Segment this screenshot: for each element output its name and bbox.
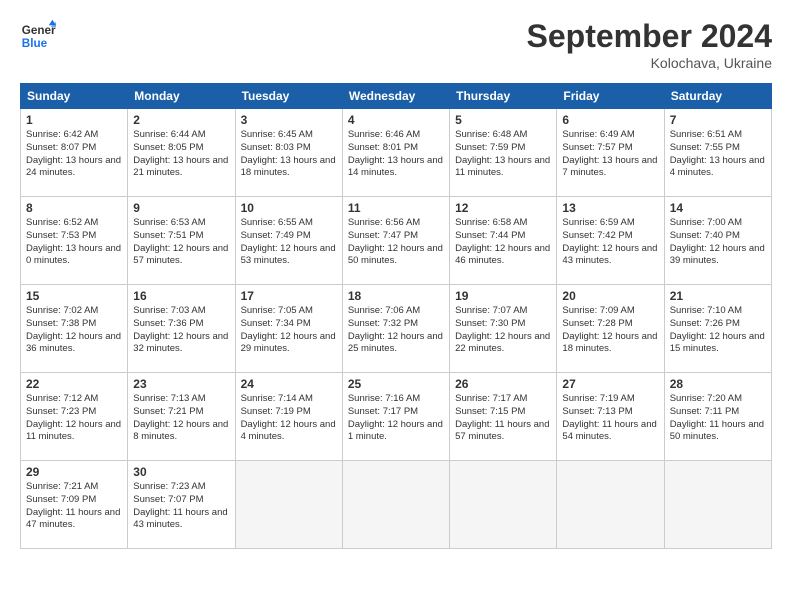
header-tuesday: Tuesday [235, 84, 342, 109]
header-monday: Monday [128, 84, 235, 109]
week-row-3: 15 Sunrise: 7:02 AMSunset: 7:38 PMDaylig… [21, 285, 772, 373]
page-container: General Blue September 2024 Kolochava, U… [0, 0, 792, 559]
day-4: 4 Sunrise: 6:46 AMSunset: 8:01 PMDayligh… [342, 109, 449, 197]
calendar-table: Sunday Monday Tuesday Wednesday Thursday… [20, 83, 772, 549]
day-20: 20 Sunrise: 7:09 AMSunset: 7:28 PMDaylig… [557, 285, 664, 373]
logo-icon: General Blue [20, 18, 56, 54]
week-row-5: 29 Sunrise: 7:21 AMSunset: 7:09 PMDaylig… [21, 461, 772, 549]
logo: General Blue [20, 18, 56, 54]
day-22: 22 Sunrise: 7:12 AMSunset: 7:23 PMDaylig… [21, 373, 128, 461]
header-friday: Friday [557, 84, 664, 109]
empty-cell-3 [450, 461, 557, 549]
day-8: 8 Sunrise: 6:52 AMSunset: 7:53 PMDayligh… [21, 197, 128, 285]
header-thursday: Thursday [450, 84, 557, 109]
day-18: 18 Sunrise: 7:06 AMSunset: 7:32 PMDaylig… [342, 285, 449, 373]
header-sunday: Sunday [21, 84, 128, 109]
weekday-header-row: Sunday Monday Tuesday Wednesday Thursday… [21, 84, 772, 109]
day-5: 5 Sunrise: 6:48 AMSunset: 7:59 PMDayligh… [450, 109, 557, 197]
day-12: 12 Sunrise: 6:58 AMSunset: 7:44 PMDaylig… [450, 197, 557, 285]
day-9: 9 Sunrise: 6:53 AMSunset: 7:51 PMDayligh… [128, 197, 235, 285]
empty-cell-1 [235, 461, 342, 549]
empty-cell-4 [557, 461, 664, 549]
day-17: 17 Sunrise: 7:05 AMSunset: 7:34 PMDaylig… [235, 285, 342, 373]
svg-text:Blue: Blue [22, 37, 48, 50]
svg-text:General: General [22, 24, 56, 37]
title-section: September 2024 Kolochava, Ukraine [527, 18, 772, 71]
header: General Blue September 2024 Kolochava, U… [20, 18, 772, 71]
day-26: 26 Sunrise: 7:17 AMSunset: 7:15 PMDaylig… [450, 373, 557, 461]
day-14: 14 Sunrise: 7:00 AMSunset: 7:40 PMDaylig… [664, 197, 771, 285]
header-wednesday: Wednesday [342, 84, 449, 109]
day-10: 10 Sunrise: 6:55 AMSunset: 7:49 PMDaylig… [235, 197, 342, 285]
day-23: 23 Sunrise: 7:13 AMSunset: 7:21 PMDaylig… [128, 373, 235, 461]
day-7: 7 Sunrise: 6:51 AMSunset: 7:55 PMDayligh… [664, 109, 771, 197]
empty-cell-2 [342, 461, 449, 549]
day-21: 21 Sunrise: 7:10 AMSunset: 7:26 PMDaylig… [664, 285, 771, 373]
day-25: 25 Sunrise: 7:16 AMSunset: 7:17 PMDaylig… [342, 373, 449, 461]
day-30: 30 Sunrise: 7:23 AMSunset: 7:07 PMDaylig… [128, 461, 235, 549]
week-row-2: 8 Sunrise: 6:52 AMSunset: 7:53 PMDayligh… [21, 197, 772, 285]
empty-cell-5 [664, 461, 771, 549]
day-6: 6 Sunrise: 6:49 AMSunset: 7:57 PMDayligh… [557, 109, 664, 197]
day-19: 19 Sunrise: 7:07 AMSunset: 7:30 PMDaylig… [450, 285, 557, 373]
week-row-4: 22 Sunrise: 7:12 AMSunset: 7:23 PMDaylig… [21, 373, 772, 461]
day-27: 27 Sunrise: 7:19 AMSunset: 7:13 PMDaylig… [557, 373, 664, 461]
day-28: 28 Sunrise: 7:20 AMSunset: 7:11 PMDaylig… [664, 373, 771, 461]
day-2: 2 Sunrise: 6:44 AMSunset: 8:05 PMDayligh… [128, 109, 235, 197]
week-row-1: 1 Sunrise: 6:42 AMSunset: 8:07 PMDayligh… [21, 109, 772, 197]
day-3: 3 Sunrise: 6:45 AMSunset: 8:03 PMDayligh… [235, 109, 342, 197]
day-1: 1 Sunrise: 6:42 AMSunset: 8:07 PMDayligh… [21, 109, 128, 197]
month-title: September 2024 [527, 18, 772, 55]
header-saturday: Saturday [664, 84, 771, 109]
day-24: 24 Sunrise: 7:14 AMSunset: 7:19 PMDaylig… [235, 373, 342, 461]
location: Kolochava, Ukraine [527, 55, 772, 71]
day-13: 13 Sunrise: 6:59 AMSunset: 7:42 PMDaylig… [557, 197, 664, 285]
day-29: 29 Sunrise: 7:21 AMSunset: 7:09 PMDaylig… [21, 461, 128, 549]
day-15: 15 Sunrise: 7:02 AMSunset: 7:38 PMDaylig… [21, 285, 128, 373]
day-16: 16 Sunrise: 7:03 AMSunset: 7:36 PMDaylig… [128, 285, 235, 373]
day-11: 11 Sunrise: 6:56 AMSunset: 7:47 PMDaylig… [342, 197, 449, 285]
